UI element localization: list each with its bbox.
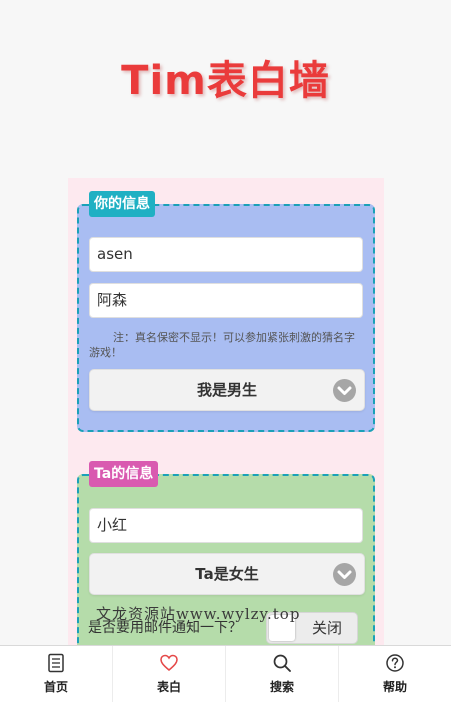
tab-confess-label: 表白: [156, 680, 181, 694]
my-gender-value: 我是男生: [196, 381, 257, 399]
help-icon: [385, 653, 405, 673]
my-gender-select[interactable]: 我是男生: [89, 369, 365, 411]
heart-icon: [159, 653, 179, 673]
document-icon: [46, 653, 66, 673]
their-gender-value: Ta是女生: [195, 565, 259, 583]
tab-search[interactable]: 搜索: [226, 646, 339, 702]
page-title: Tim表白墙: [121, 58, 330, 104]
tab-home-label: 首页: [43, 680, 68, 694]
their-gender-select[interactable]: Ta是女生: [89, 553, 365, 595]
chevron-down-icon: [333, 563, 356, 586]
tab-help[interactable]: 帮助: [339, 646, 451, 702]
watermark: 文龙资源站www.wylzy.top: [96, 605, 301, 623]
your-info-card: 你的信息 asen 阿森 注：真名保密不显示！可以参加紧张刺激的猜名字游戏！ 我…: [77, 191, 375, 432]
toggle-label: 关闭: [311, 619, 342, 637]
tab-home[interactable]: 首页: [0, 646, 113, 702]
tab-search-label: 搜索: [269, 680, 294, 694]
their-info-tag: Ta的信息: [89, 461, 159, 487]
nickname-input[interactable]: asen: [89, 237, 363, 272]
search-icon: [272, 653, 292, 673]
tab-confess[interactable]: 表白: [113, 646, 226, 702]
bottom-tab-bar: 首页 表白 搜索 帮助: [0, 645, 451, 702]
their-info-card: Ta的信息 小红 Ta是女生: [77, 461, 375, 674]
tab-help-label: 帮助: [382, 680, 407, 694]
your-info-tag: 你的信息: [89, 191, 155, 217]
chevron-down-icon: [333, 379, 356, 402]
realname-note: 注：真名保密不显示！可以参加紧张刺激的猜名字游戏！: [89, 331, 355, 359]
realname-input[interactable]: 阿森: [89, 283, 363, 318]
their-name-input[interactable]: 小红: [89, 508, 363, 543]
